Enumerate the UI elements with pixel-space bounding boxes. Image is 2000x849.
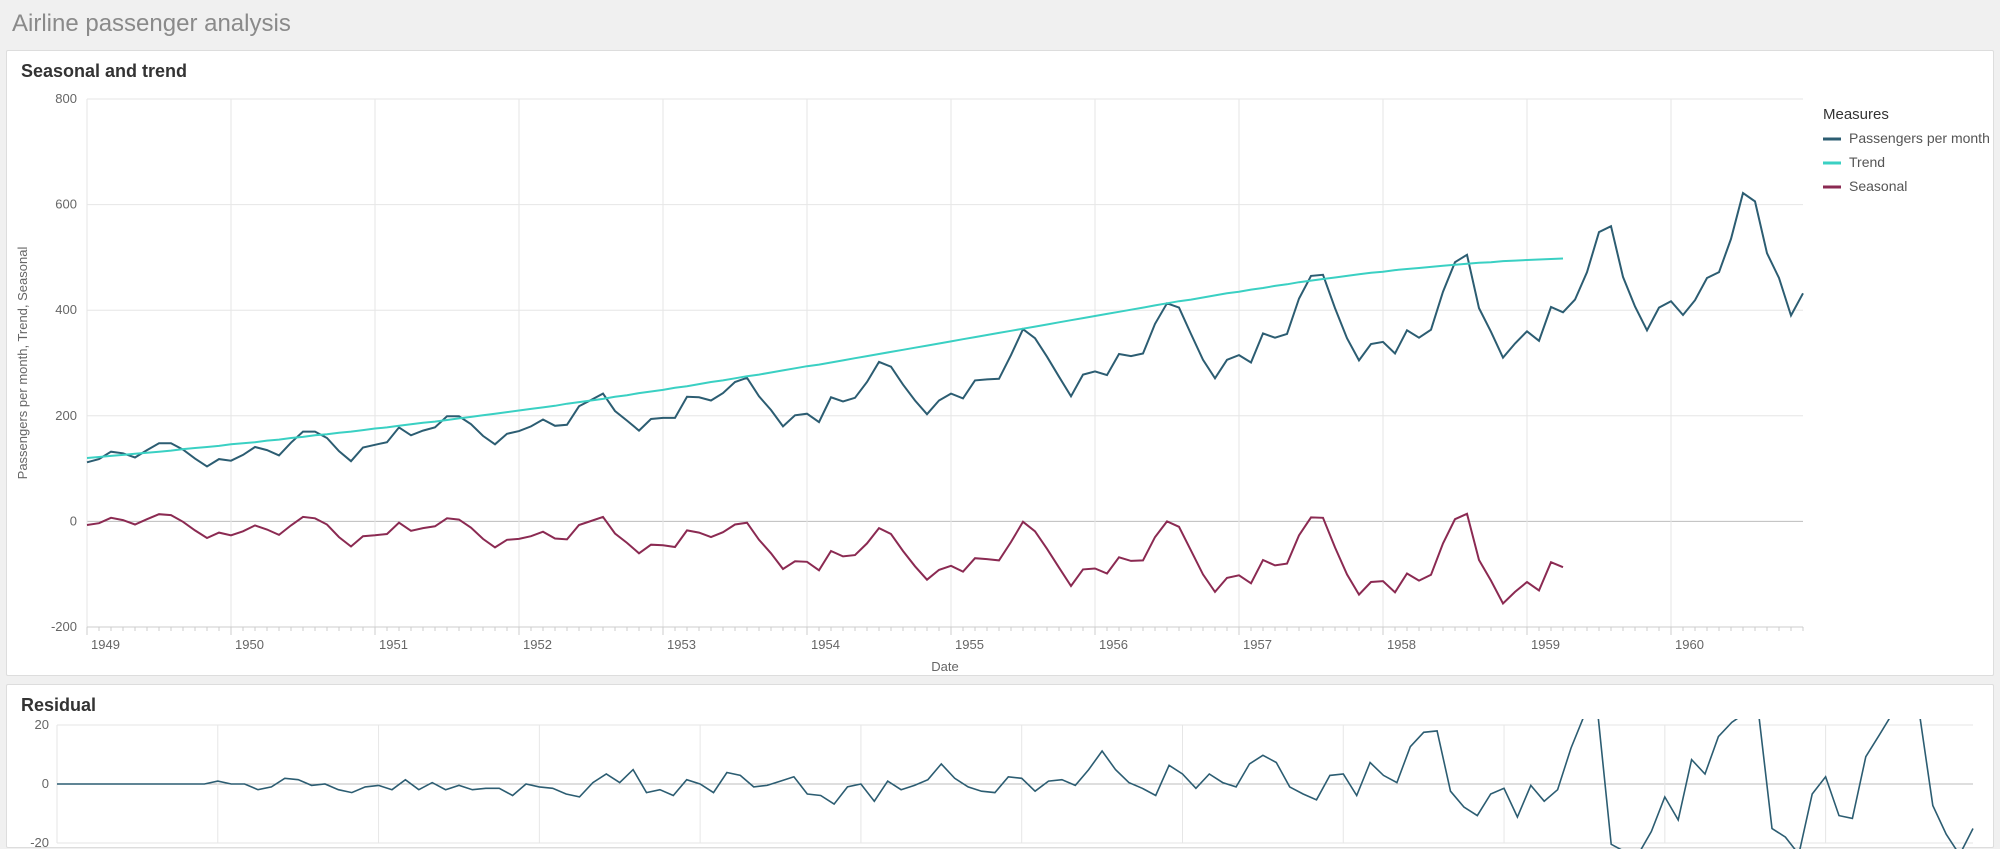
legend: Measures Passengers per month Trend Seasona…	[1823, 106, 1990, 194]
x-axis-label: Date	[931, 659, 958, 674]
legend-item: Seasonal	[1823, 178, 1907, 194]
panel-title-bottom: Residual	[7, 685, 1993, 720]
series-passengers-per-month	[87, 193, 1803, 467]
svg-text:1955: 1955	[955, 637, 984, 652]
svg-text:20: 20	[35, 719, 49, 732]
svg-text:Measures: Measures	[1823, 106, 1889, 123]
svg-text:Passengers per month: Passengers per month	[1849, 130, 1990, 146]
chart-residual: -20 0 20	[7, 719, 1993, 847]
series-seasonal	[87, 514, 1563, 604]
panel-seasonal-trend: Seasonal and trend -200 0 200 400 600 800 Pass…	[6, 50, 1994, 676]
svg-text:1950: 1950	[235, 637, 264, 652]
svg-text:200: 200	[55, 408, 77, 423]
svg-text:1956: 1956	[1099, 637, 1128, 652]
svg-text:1952: 1952	[523, 637, 552, 652]
page-title: Airline passenger analysis	[6, 0, 1994, 50]
svg-text:-20: -20	[30, 835, 49, 849]
svg-text:800: 800	[55, 91, 77, 106]
legend-item: Trend	[1823, 154, 1885, 170]
svg-text:1951: 1951	[379, 637, 408, 652]
svg-text:1960: 1960	[1675, 637, 1704, 652]
panel-residual: Residual -20 0 20	[6, 684, 1994, 848]
svg-text:Seasonal: Seasonal	[1849, 178, 1907, 194]
svg-text:400: 400	[55, 302, 77, 317]
svg-text:0: 0	[42, 776, 49, 791]
svg-text:Trend: Trend	[1849, 154, 1885, 170]
svg-text:1958: 1958	[1387, 637, 1416, 652]
svg-text:1949: 1949	[91, 637, 120, 652]
y-axis-label: Passengers per month, Trend, Seasonal	[15, 247, 30, 480]
svg-text:1959: 1959	[1531, 637, 1560, 652]
svg-text:1954: 1954	[811, 637, 840, 652]
panel-title-top: Seasonal and trend	[7, 51, 1993, 86]
svg-text:1953: 1953	[667, 637, 696, 652]
legend-item: Passengers per month	[1823, 130, 1990, 146]
svg-text:600: 600	[55, 197, 77, 212]
series-trend	[87, 259, 1563, 459]
svg-text:0: 0	[70, 513, 77, 528]
svg-text:-200: -200	[51, 619, 77, 634]
svg-text:1957: 1957	[1243, 637, 1272, 652]
chart-seasonal-trend: -200 0 200 400 600 800 Passengers per month, T…	[7, 89, 1993, 675]
